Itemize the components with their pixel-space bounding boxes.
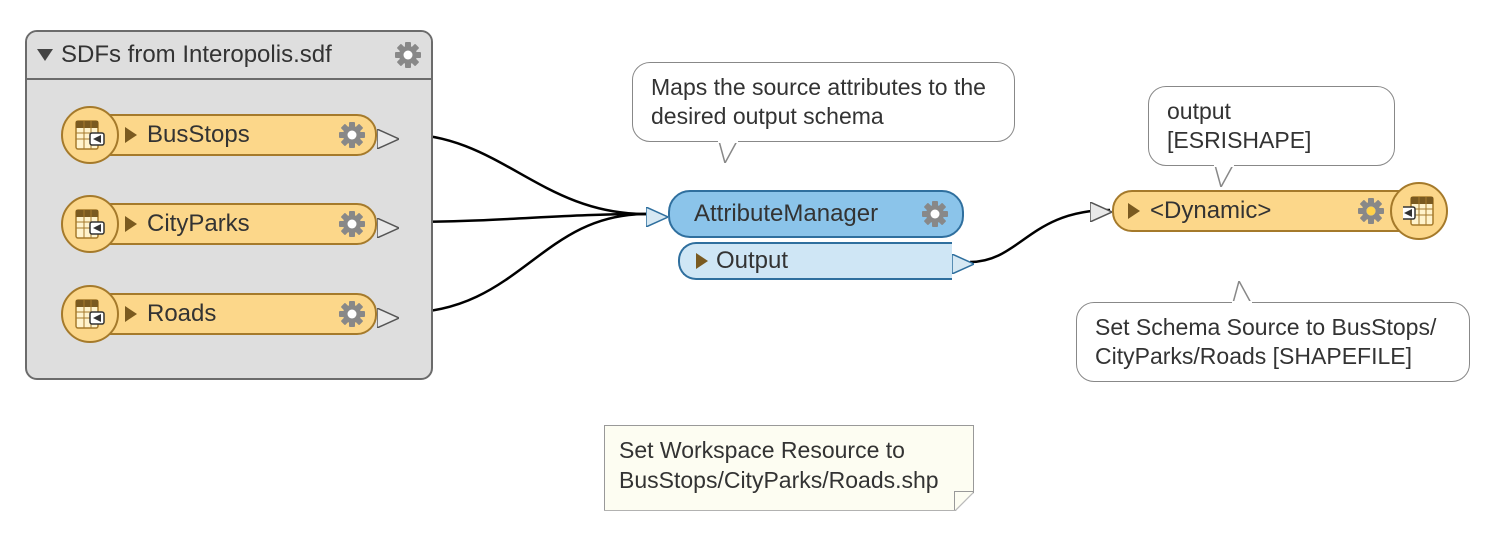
reader-disk-icon — [61, 106, 119, 164]
reader-feature-roads[interactable]: Roads — [61, 285, 377, 343]
feature-label: BusStops — [147, 121, 329, 149]
output-port-icon[interactable] — [377, 128, 399, 148]
table-reader-icon — [74, 119, 106, 151]
table-reader-icon — [74, 298, 106, 330]
expand-icon[interactable] — [696, 253, 708, 269]
gear-icon[interactable] — [395, 42, 421, 68]
expand-icon[interactable] — [125, 306, 137, 322]
expand-icon[interactable] — [1128, 203, 1140, 219]
link-cityparks-to-transformer[interactable] — [402, 214, 646, 222]
table-reader-icon — [74, 208, 106, 240]
writer-disk-icon — [1390, 182, 1448, 240]
writer-feature-label: <Dynamic> — [1150, 197, 1348, 225]
table-writer-icon — [1403, 195, 1435, 227]
gear-icon[interactable] — [339, 301, 365, 327]
writer-feature-dynamic[interactable]: <Dynamic> — [1112, 182, 1448, 240]
reader-feature-busstops[interactable]: BusStops — [61, 106, 377, 164]
feature-label: CityParks — [147, 210, 329, 238]
gear-icon[interactable] — [339, 122, 365, 148]
transformer-name: AttributeManager — [694, 200, 912, 228]
link-roads-to-transformer[interactable] — [402, 214, 646, 313]
reader-group-header[interactable]: SDFs from Interopolis.sdf — [27, 32, 431, 80]
writer-header-bubble: output [ESRISHAPE] — [1148, 86, 1395, 166]
expand-icon[interactable] — [125, 216, 137, 232]
tooltip-text: Maps the source attributes to the desire… — [651, 74, 986, 129]
reader-disk-icon — [61, 195, 119, 253]
transformer-output-port[interactable]: Output — [678, 242, 952, 280]
gear-icon[interactable] — [339, 211, 365, 237]
input-port-icon[interactable] — [1090, 201, 1112, 221]
reader-group[interactable]: SDFs from Interopolis.sdf BusStops CityP… — [25, 30, 433, 380]
bubble-tail-icon — [713, 141, 743, 163]
reader-group-title: SDFs from Interopolis.sdf — [61, 41, 387, 69]
link-busstops-to-transformer[interactable] — [402, 134, 646, 214]
reader-disk-icon — [61, 285, 119, 343]
writer-schema-bubble: Set Schema Source to BusStops/ CityParks… — [1076, 302, 1470, 382]
output-port-label: Output — [716, 247, 788, 275]
disclosure-triangle-icon[interactable] — [37, 49, 53, 61]
writer-header-text: output [ESRISHAPE] — [1167, 98, 1311, 153]
expand-icon[interactable] — [125, 127, 137, 143]
annotation-note[interactable]: Set Workspace Resource to BusStops/CityP… — [604, 425, 974, 511]
output-port-icon[interactable] — [377, 217, 399, 237]
writer-schema-text: Set Schema Source to BusStops/ CityParks… — [1095, 314, 1436, 369]
link-transformer-to-writer[interactable] — [970, 210, 1110, 262]
transformer-attributemanager[interactable]: AttributeManager Output — [668, 190, 964, 280]
transformer-tooltip-bubble: Maps the source attributes to the desire… — [632, 62, 1015, 142]
feature-label: Roads — [147, 300, 329, 328]
bubble-tail-icon — [1227, 281, 1257, 303]
gear-icon[interactable] — [922, 201, 948, 227]
reader-feature-cityparks[interactable]: CityParks — [61, 195, 377, 253]
input-port-icon[interactable] — [646, 206, 668, 226]
annotation-text: Set Workspace Resource to BusStops/CityP… — [619, 437, 939, 493]
gear-icon[interactable] — [1358, 198, 1384, 224]
output-port-icon[interactable] — [377, 307, 399, 327]
output-port-icon[interactable] — [952, 253, 974, 273]
